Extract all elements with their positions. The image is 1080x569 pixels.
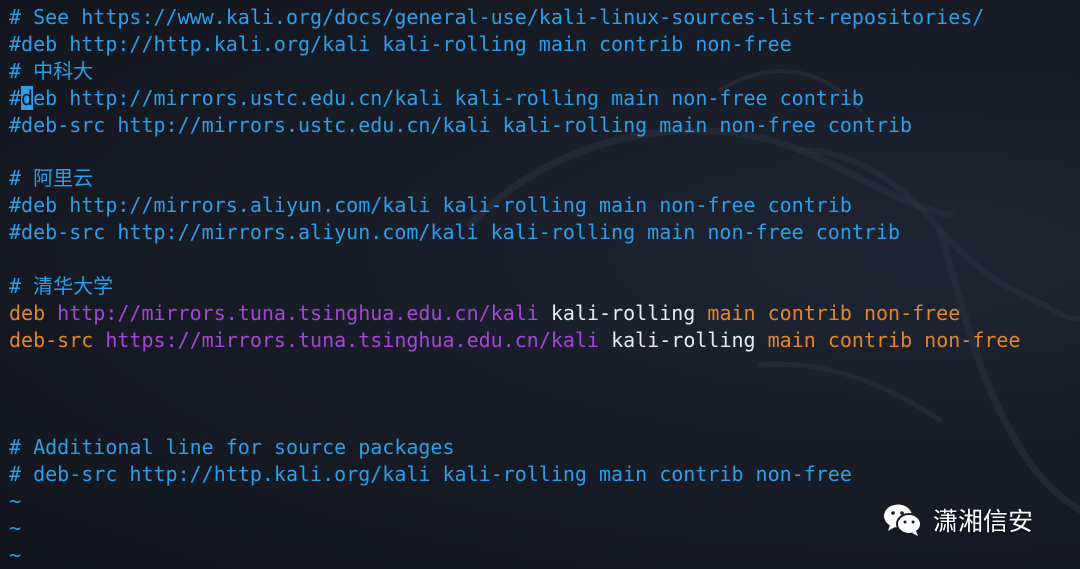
suite-name: kali-rolling xyxy=(611,327,756,352)
comment-text: #deb-src http://mirrors.aliyun.com/kali … xyxy=(9,220,901,245)
empty-line-marker: ~ xyxy=(9,515,22,540)
comment-text: #deb http://mirrors.aliyun.com/kali kali… xyxy=(9,193,852,218)
comment-text: # 阿里云 xyxy=(9,166,94,191)
editor-line[interactable]: # 阿里云 xyxy=(9,165,1075,192)
editor-line[interactable]: ~ xyxy=(9,542,1075,569)
components-list: main contrib non-free xyxy=(707,300,961,325)
suite-name: kali-rolling xyxy=(550,300,696,325)
editor-line[interactable]: deb-src https://mirrors.tuna.tsinghua.ed… xyxy=(9,327,1075,354)
source-type-keyword: deb-src xyxy=(9,327,94,352)
mirror-url: https://mirrors.tuna.tsinghua.edu.cn/kal… xyxy=(105,327,600,352)
empty-line-marker: ~ xyxy=(9,542,22,567)
editor-line[interactable]: #deb-src http://mirrors.aliyun.com/kali … xyxy=(9,219,1075,246)
mirror-url: http://mirrors.tuna.tsinghua.edu.cn/kali xyxy=(57,300,539,325)
editor-line[interactable]: #deb-src http://mirrors.ustc.edu.cn/kali… xyxy=(9,112,1075,139)
source-type-keyword: deb xyxy=(9,300,46,325)
editor-line[interactable] xyxy=(9,246,1075,273)
editor-line[interactable]: # Additional line for source packages xyxy=(9,434,1075,461)
editor-line[interactable]: # deb-src http://http.kali.org/kali kali… xyxy=(9,461,1075,488)
editor-line[interactable]: deb http://mirrors.tuna.tsinghua.edu.cn/… xyxy=(9,300,1075,327)
empty-line-marker: ~ xyxy=(9,489,22,514)
comment-text: eb http://mirrors.ustc.edu.cn/kali kali-… xyxy=(33,85,864,110)
comment-text: # deb-src http://http.kali.org/kali kali… xyxy=(9,462,852,487)
comment-text: # Additional line for source packages xyxy=(9,435,455,460)
editor-line[interactable]: #deb http://mirrors.aliyun.com/kali kali… xyxy=(9,192,1075,219)
comment-text: # See https://www.kali.org/docs/general-… xyxy=(9,5,985,29)
wechat-watermark: 潇湘信安 xyxy=(883,502,1033,538)
sources-list-editor[interactable]: # See https://www.kali.org/docs/general-… xyxy=(9,4,1075,569)
editor-line[interactable] xyxy=(9,407,1075,434)
comment-text: #deb http://http.kali.org/kali kali-roll… xyxy=(9,31,792,56)
editor-line[interactable]: #deb http://mirrors.ustc.edu.cn/kali kal… xyxy=(9,85,1075,112)
comment-text: #deb-src http://mirrors.ustc.edu.cn/kali… xyxy=(9,112,913,137)
editor-line[interactable] xyxy=(9,138,1075,165)
editor-line[interactable]: # 中科大 xyxy=(9,58,1075,85)
editor-line[interactable] xyxy=(9,354,1075,381)
editor-line[interactable]: #deb http://http.kali.org/kali kali-roll… xyxy=(9,31,1075,58)
wechat-icon xyxy=(883,503,923,537)
text-cursor: d xyxy=(21,85,34,110)
comment-text: # 中科大 xyxy=(9,58,94,83)
watermark-label: 潇湘信安 xyxy=(933,507,1034,536)
editor-line[interactable]: # See https://www.kali.org/docs/general-… xyxy=(9,4,1075,31)
components-list: main contrib non-free xyxy=(767,327,1021,352)
editor-line[interactable]: # 清华大学 xyxy=(9,273,1075,300)
comment-prefix: # xyxy=(9,85,22,110)
comment-text: # 清华大学 xyxy=(9,273,114,298)
editor-line[interactable] xyxy=(9,380,1075,407)
